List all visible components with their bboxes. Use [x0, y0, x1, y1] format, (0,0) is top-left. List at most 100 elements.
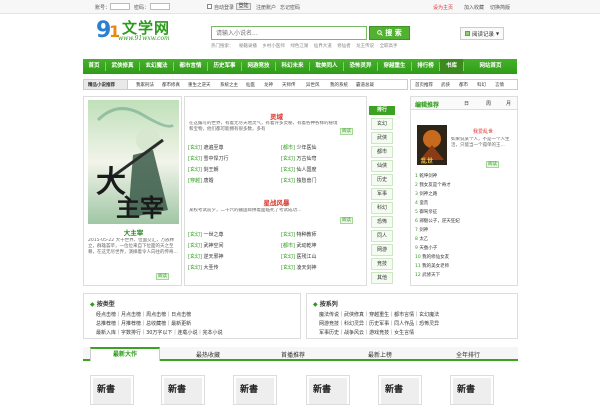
nav-item-chuanyue[interactable]: 穿越重生: [378, 59, 411, 74]
nav-item-danmei[interactable]: 耽美同人: [310, 59, 343, 74]
block1-title[interactable]: 灵域: [185, 111, 368, 121]
hot-search-item[interactable]: 全职高手: [380, 44, 398, 49]
category-button[interactable]: 历史: [371, 174, 393, 186]
by-type-row[interactable]: 经点击榜｜月点击榜｜周点击榜｜日点击榜: [96, 311, 191, 318]
genre-tag[interactable]: [玄幻]: [188, 156, 202, 162]
nav-item-kongbu[interactable]: 恐怖灵异: [344, 59, 377, 74]
auto-login-checkbox[interactable]: [207, 4, 212, 9]
tab-hot-fav[interactable]: 最热收藏: [173, 350, 243, 359]
tab-year-rank[interactable]: 全年排行: [433, 350, 503, 359]
genre-tag[interactable]: [玄幻]: [281, 254, 295, 260]
nav-item-home[interactable]: 首页: [83, 59, 105, 74]
account-input[interactable]: [110, 3, 130, 10]
book-link[interactable]: 雪中悍刀行: [204, 156, 229, 162]
nav-item-lishi[interactable]: 历史军事: [208, 59, 241, 74]
forgot-link[interactable]: 忘记密码: [280, 4, 300, 11]
subnav-right-item[interactable]: 首页推荐: [415, 82, 433, 88]
book-link[interactable]: 仙人国度: [297, 167, 317, 173]
nav-item-wangyou[interactable]: 网游竞技: [242, 59, 275, 74]
subnav-right-item[interactable]: 武侠: [441, 82, 450, 88]
genre-tag[interactable]: [玄幻]: [188, 243, 202, 249]
nav-item-rank[interactable]: 排行榜: [412, 59, 439, 74]
add-fav-link[interactable]: 加入收藏: [464, 4, 484, 11]
editor-read-button[interactable]: 阅读: [486, 161, 499, 168]
hot-search-item[interactable]: 秘籍录播: [239, 44, 257, 49]
book-link[interactable]: 医残江山: [297, 254, 317, 260]
subnav-item[interactable]: 龙神: [264, 82, 273, 88]
category-button[interactable]: 同人: [371, 230, 393, 242]
nav-item-site-home[interactable]: 网站首页: [464, 59, 517, 74]
block2-read-button[interactable]: 阅读: [340, 217, 353, 224]
category-button[interactable]: 科幻: [371, 202, 393, 214]
login-button[interactable]: 登陆: [236, 3, 251, 10]
nav-item-wuxia[interactable]: 武侠修真: [106, 59, 139, 74]
genre-tag[interactable]: [穿越]: [188, 178, 202, 184]
editor-book-title[interactable]: 我爱乱世: [473, 128, 493, 135]
genre-tag[interactable]: [玄幻]: [188, 265, 202, 271]
book-link[interactable]: 万古仙穹: [297, 156, 317, 162]
hot-search-item[interactable]: 龙王传说: [356, 44, 374, 49]
category-button[interactable]: 恐怖: [371, 216, 393, 228]
genre-tag[interactable]: [玄幻]: [188, 254, 202, 260]
rank-item[interactable]: 10 我的修仙女友: [415, 254, 449, 260]
block1-read-button[interactable]: 阅读: [340, 128, 353, 135]
tab-newest[interactable]: 最新大作: [90, 347, 160, 361]
book-link[interactable]: 逆天邪神: [204, 254, 224, 260]
featured-read-button[interactable]: 阅读: [156, 273, 169, 280]
genre-tag[interactable]: [玄幻]: [281, 232, 295, 238]
by-series-row[interactable]: 网游竞技｜科幻灵异｜历史军事｜同人作品｜恐怖灵异: [319, 320, 439, 327]
book-link[interactable]: 大圣传: [204, 265, 219, 271]
subnav-item[interactable]: 我的系统: [330, 82, 348, 88]
tab-day[interactable]: 日: [464, 100, 469, 107]
category-button[interactable]: 仙侠: [371, 160, 393, 172]
rank-item[interactable]: 9 天蚕小子: [415, 245, 437, 251]
subnav-item[interactable]: 天师传: [282, 82, 296, 88]
book-thumb[interactable]: 新書: [161, 375, 205, 405]
simple-mode-link[interactable]: 切换简版: [490, 4, 510, 11]
genre-tag[interactable]: [玄幻]: [188, 167, 202, 173]
by-type-row[interactable]: 最新入库｜字数排行｜30万字以下｜连载小说｜完本小说: [96, 329, 223, 336]
search-button[interactable]: 搜 索: [369, 26, 410, 40]
book-thumb[interactable]: 新書: [306, 375, 350, 405]
book-link[interactable]: 凌天剑神: [297, 265, 317, 271]
subnav-item[interactable]: 重生之逆天: [188, 82, 211, 88]
rank-item[interactable]: 2 我女友是个奇才: [415, 182, 451, 188]
rank-item[interactable]: 7 剑神: [415, 227, 428, 233]
book-link[interactable]: 独愁兽门: [297, 178, 317, 184]
reading-record-button[interactable]: 阅读记录 ▼: [460, 27, 504, 40]
book-link[interactable]: 武动乾坤: [297, 243, 317, 249]
subnav-item[interactable]: 精品小说推荐: [88, 82, 115, 88]
genre-tag[interactable]: [玄幻]: [281, 167, 295, 173]
hot-search-item[interactable]: 绿色江湖: [290, 44, 308, 49]
hot-search-item[interactable]: 乡村小医师: [262, 44, 285, 49]
rank-item[interactable]: 4 蛮荒: [415, 200, 428, 206]
editor-book-cover[interactable]: 乱世: [417, 125, 447, 165]
tab-first-recommend[interactable]: 首播推荐: [258, 350, 328, 359]
genre-tag[interactable]: [都市]: [281, 145, 295, 151]
nav-item-library[interactable]: 书库: [440, 59, 463, 74]
rank-item[interactable]: 8 太乙: [415, 236, 428, 242]
tab-latest-rank[interactable]: 最新上榜: [345, 350, 415, 359]
hot-search-item[interactable]: 修仙者: [337, 44, 351, 49]
genre-tag[interactable]: [都市]: [281, 243, 295, 249]
featured-book-title[interactable]: 大主宰: [84, 227, 183, 237]
hot-search-item[interactable]: 仙界大道: [314, 44, 332, 49]
genre-tag[interactable]: [玄幻]: [281, 156, 295, 162]
book-link[interactable]: 一世之尊: [204, 232, 224, 238]
rank-item[interactable]: 1 乾坤剑神: [415, 173, 437, 179]
subnav-item[interactable]: 系统之主: [220, 82, 238, 88]
by-series-row[interactable]: 军事历史｜战争风云｜游戏竞技｜女生言情: [319, 329, 414, 336]
genre-tag[interactable]: [玄幻]: [188, 232, 202, 238]
book-link[interactable]: 特种教师: [297, 232, 317, 238]
genre-tag[interactable]: [玄幻]: [281, 178, 295, 184]
tab-month[interactable]: 月: [506, 100, 511, 107]
genre-tag[interactable]: [玄幻]: [281, 265, 295, 271]
rank-item[interactable]: 12 武修天下: [415, 272, 440, 278]
by-type-row[interactable]: 总推荐榜｜月推荐榜｜总收藏榜｜最新更新: [96, 320, 191, 327]
by-series-row[interactable]: 魔法传说｜武侠修真｜穿越重生｜都市言情｜玄幻魔法: [319, 311, 439, 318]
subnav-item[interactable]: 我家刑法: [136, 82, 154, 88]
category-button[interactable]: 军事: [371, 188, 393, 200]
subnav-right-item[interactable]: 言情: [495, 82, 504, 88]
subnav-right-item[interactable]: 科幻: [477, 82, 486, 88]
book-thumb[interactable]: 新書: [450, 375, 494, 405]
